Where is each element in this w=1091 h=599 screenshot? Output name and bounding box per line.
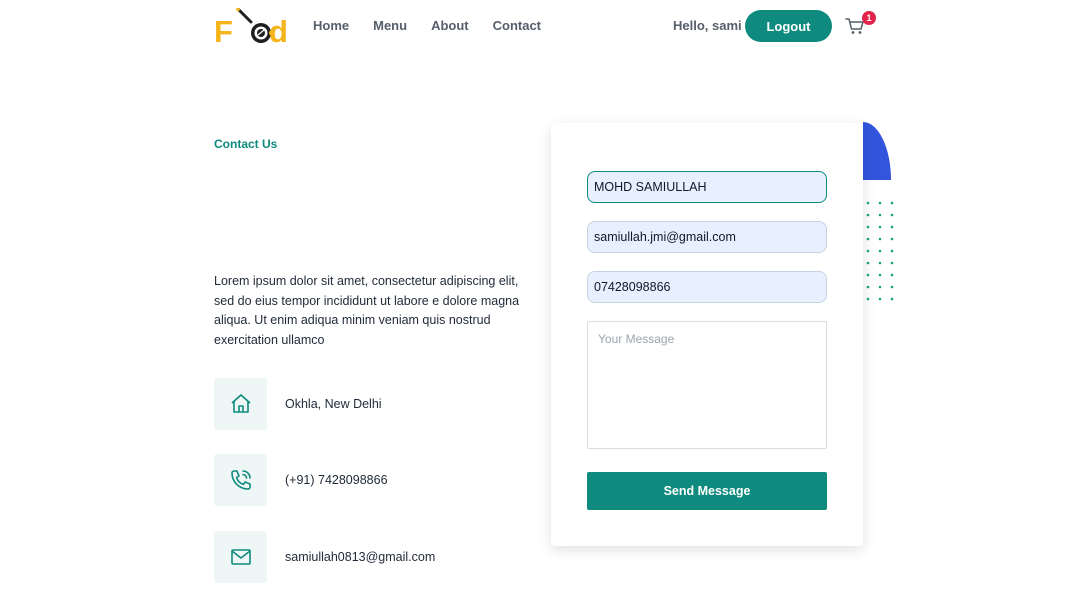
email-text: samiullah0813@gmail.com	[285, 550, 436, 564]
phone-row: (+91) 7428098866	[214, 454, 388, 506]
home-icon	[214, 378, 267, 430]
section-title: Contact Us	[214, 137, 278, 151]
email-row: samiullah0813@gmail.com	[214, 531, 435, 583]
user-greeting: Hello, sami	[673, 18, 742, 33]
pan-logo-icon	[236, 8, 274, 43]
name-input[interactable]	[587, 171, 827, 203]
decorative-dots	[866, 201, 894, 301]
nav-about[interactable]: About	[431, 18, 469, 33]
phone-text: (+91) 7428098866	[285, 473, 388, 487]
email-input[interactable]	[587, 221, 827, 253]
main-nav: Home Menu About Contact	[313, 18, 541, 33]
message-textarea[interactable]	[587, 321, 827, 449]
send-message-button[interactable]: Send Message	[587, 472, 827, 510]
cart-badge: 1	[862, 11, 876, 25]
nav-contact[interactable]: Contact	[493, 18, 541, 33]
nav-home[interactable]: Home	[313, 18, 349, 33]
food-logo[interactable]: Fd	[214, 8, 294, 49]
phone-icon	[214, 454, 267, 506]
address-text: Okhla, New Delhi	[285, 397, 382, 411]
phone-input[interactable]	[587, 271, 827, 303]
nav-menu[interactable]: Menu	[373, 18, 407, 33]
logout-button[interactable]: Logout	[745, 10, 832, 42]
address-row: Okhla, New Delhi	[214, 378, 382, 430]
decorative-quarter-circle	[863, 122, 891, 180]
mail-icon	[214, 531, 267, 583]
contact-description: Lorem ipsum dolor sit amet, consectetur …	[214, 274, 520, 347]
